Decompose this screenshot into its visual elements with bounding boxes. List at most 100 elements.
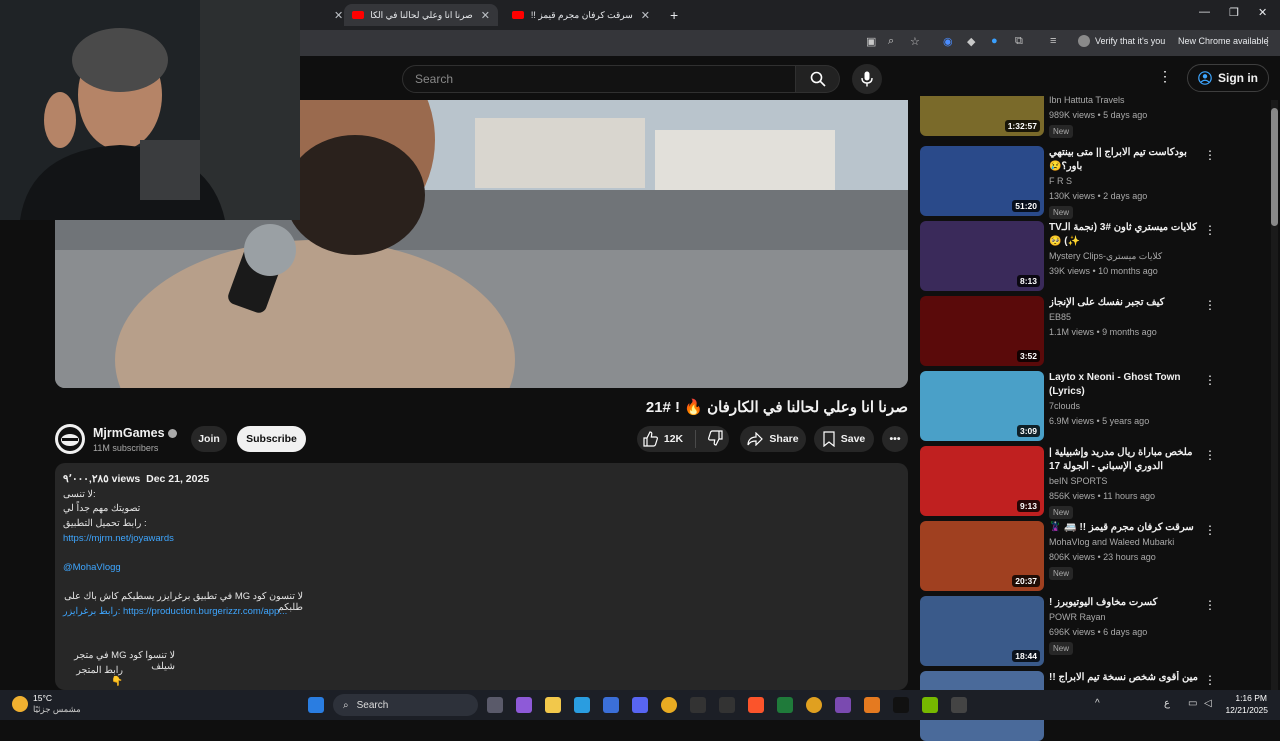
video-thumbnail[interactable]: 1:32:57 [920,96,1044,136]
input-language[interactable]: ع [1164,698,1170,709]
video-menu-icon[interactable]: ⋮ [1204,223,1216,237]
channel-name[interactable]: MohaVlog and Waleed Mubarki [1049,537,1174,547]
tiktok-icon[interactable] [893,697,909,713]
new-chrome-available-button[interactable]: New Chrome available [1178,36,1269,46]
cast-icon[interactable]: ▣ [866,35,876,48]
weather-icon[interactable] [12,696,28,712]
close-window-icon[interactable]: ✕ [1258,6,1267,19]
channel-name[interactable]: F R S [1049,176,1072,186]
discord-icon[interactable] [632,697,648,713]
edge-icon[interactable] [574,697,590,713]
search-input[interactable]: Search [402,65,796,93]
video-title[interactable]: مين أقوى شخص نسخة تيم الابراج !! [1049,671,1199,685]
dislike-button[interactable] [708,429,724,449]
weather-temperature[interactable]: 15°C [33,693,52,703]
video-thumbnail[interactable]: 18:44 [920,596,1044,666]
video-title[interactable]: بودكاست تيم الابراج || متى بينتهي باور؟😢 [1049,146,1199,174]
video-menu-icon[interactable]: ⋮ [1204,598,1216,612]
copilot-icon[interactable] [516,697,532,713]
app-icon[interactable] [835,697,851,713]
video-menu-icon[interactable]: ⋮ [1204,448,1216,462]
task-view-icon[interactable] [487,697,503,713]
description-mention-link[interactable]: @MohaVlogg [63,562,121,573]
network-icon[interactable]: ▭ [1188,698,1197,709]
description-link[interactable]: https://mjrm.net/joyawards [63,533,174,544]
recommended-video[interactable]: 51:20 بودكاست تيم الابراج || متى بينتهي ب… [920,146,1270,219]
store-icon[interactable] [603,697,619,713]
video-title[interactable]: كلايات ميستري ثاون #3 (نجمة الـTV ✨) 🥺 [1049,221,1199,249]
reading-list-icon[interactable]: ≡ [1050,35,1056,47]
brave-icon[interactable] [748,697,764,713]
taskbar-search-box[interactable]: ⌕ Search [333,694,478,716]
video-menu-icon[interactable]: ⋮ [1204,148,1216,162]
extension-icon[interactable]: ● [991,35,998,47]
app-icon[interactable] [864,697,880,713]
video-thumbnail[interactable]: 8:13 [920,221,1044,291]
description-link[interactable]: رابط برغرايزر: https://production.burger… [63,606,287,617]
extension-icon[interactable]: ◉ [943,35,953,48]
tray-overflow-icon[interactable]: ^ [1095,698,1100,709]
video-menu-icon[interactable]: ⋮ [1204,298,1216,312]
video-thumbnail[interactable]: 3:52 [920,296,1044,366]
video-menu-icon[interactable]: ⋮ [1204,673,1216,687]
excel-icon[interactable] [777,697,793,713]
channel-name[interactable]: 7clouds [1049,401,1080,411]
video-title[interactable]: كسرت مخاوف اليوتيوبرز ! [1049,596,1199,610]
recommended-video[interactable]: 1:32:57 Ibn Hattuta Travels 989K views • 5… [920,95,1270,138]
windows-start-icon[interactable] [308,697,324,713]
chrome-icon[interactable] [661,697,677,713]
recommended-video[interactable]: 18:44 كسرت مخاوف اليوتيوبرز ! ⋮ POWR Rayan 6… [920,596,1270,666]
app-icon[interactable] [690,697,706,713]
save-button[interactable]: Save [814,426,874,452]
channel-name[interactable]: Ibn Hattuta Travels [1049,95,1125,105]
scrollbar-thumb[interactable] [1271,108,1278,226]
recommended-video[interactable]: 3:09 Layto x Neoni - Ghost Town (Lyrics) ⋮… [920,371,1270,441]
tab-other-video[interactable]: سرقت كرفان مجرم قيمز !! 🚐 🦹 ✕ [504,4,658,26]
restore-icon[interactable]: ❐ [1229,6,1239,19]
video-thumbnail[interactable]: 20:37 [920,521,1044,591]
zoom-icon[interactable]: ⌕ [888,35,894,48]
clock-date[interactable]: 12/21/2025 [1218,705,1268,715]
channel-avatar[interactable] [55,424,85,454]
tab-close-icon[interactable]: ✕ [481,9,490,22]
weather-description[interactable]: مشمس جزئيًا [33,704,81,715]
channel-name[interactable]: beIN SPORTS [1049,476,1107,486]
channel-name[interactable]: POWR Rayan [1049,612,1106,622]
app-icon[interactable] [951,697,967,713]
nvidia-icon[interactable] [922,697,938,713]
new-tab-button[interactable]: + [662,4,686,26]
recommended-video[interactable]: 9:13 ملخص مباراة ريال مدريد وإشبيلية | ال… [920,446,1270,519]
video-menu-icon[interactable]: ⋮ [1204,523,1216,537]
settings-menu-icon[interactable]: ⋮ [1158,68,1172,85]
app-icon[interactable] [719,697,735,713]
voice-search-button[interactable] [852,64,882,94]
video-thumbnail[interactable]: 9:13 [920,446,1044,516]
extension-icon[interactable]: ◆ [967,35,975,48]
channel-name[interactable]: MjrmGames [93,426,177,440]
video-title[interactable]: كيف تجبر نفسك على الإنجاز [1049,296,1199,310]
recommended-video[interactable]: 20:37 سرقت كرفان مجرم قيمز !! 🚐 🦹 ⋮ MohaVlo… [920,521,1270,591]
subscribe-button[interactable]: Subscribe [237,426,306,452]
video-title[interactable]: Layto x Neoni - Ghost Town (Lyrics) [1049,371,1199,399]
channel-name[interactable]: Mystery Clips-كلايات ميستري [1049,251,1162,262]
bookmark-star-icon[interactable]: ☆ [910,35,920,48]
video-menu-icon[interactable]: ⋮ [1204,373,1216,387]
recommended-video[interactable]: 3:52 كيف تجبر نفسك على الإنجاز ⋮ EB85 1.1M v… [920,296,1270,366]
video-title[interactable]: سرقت كرفان مجرم قيمز !! 🚐 🦹 [1049,521,1199,535]
clock-time[interactable]: 1:16 PM [1225,693,1267,703]
tab-current-video[interactable]: صرنا انا وعلي لحالنا في الكارفان 🔥 ! #21… [344,4,498,26]
channel-name[interactable]: EB85 [1049,312,1071,322]
video-title[interactable]: ملخص مباراة ريال مدريد وإشبيلية | الدوري… [1049,446,1199,474]
sign-in-button[interactable]: Sign in [1187,64,1269,92]
share-button[interactable]: Share [740,426,806,452]
extensions-puzzle-icon[interactable]: ⧉ [1015,35,1023,48]
minimize-icon[interactable]: — [1199,6,1210,18]
tab-close-icon[interactable]: ✕ [641,9,650,22]
like-button[interactable]: 12K [642,431,683,447]
verify-profile-button[interactable]: Verify that it's you [1078,35,1165,47]
file-explorer-icon[interactable] [545,697,561,713]
app-icon[interactable] [806,697,822,713]
volume-icon[interactable]: ◁ [1204,698,1212,709]
video-thumbnail[interactable]: 51:20 [920,146,1044,216]
video-thumbnail[interactable]: 3:09 [920,371,1044,441]
